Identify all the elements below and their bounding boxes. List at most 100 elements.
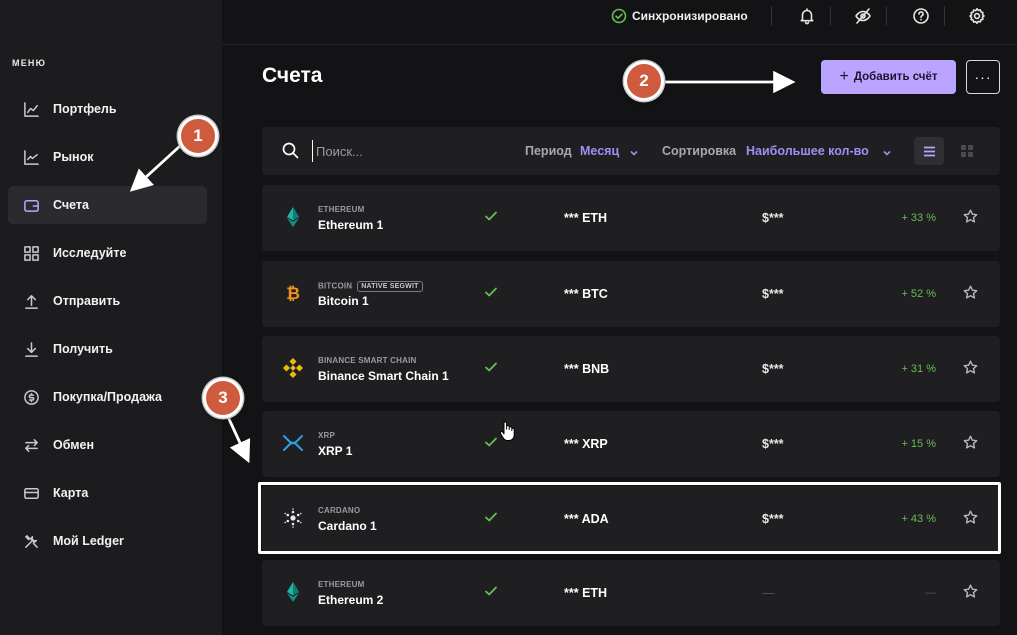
account-name: Ethereum 2 — [318, 593, 384, 607]
menu-label: МЕНЮ — [12, 58, 47, 68]
more-options-button[interactable]: ··· — [966, 60, 1000, 94]
check-icon — [484, 209, 498, 223]
segwit-tag: NATIVE SEGWIT — [357, 281, 423, 292]
account-row[interactable]: ₿ BITCOIN NATIVE SEGWIT Bitcoin 1 *** BTC… — [262, 261, 1000, 327]
network-label-text: BITCOIN — [318, 281, 353, 291]
star-icon[interactable] — [963, 360, 978, 375]
crypto-amount: *** ETH — [564, 211, 608, 225]
ethereum-icon — [282, 581, 304, 603]
account-name: XRP 1 — [318, 444, 353, 458]
change-percent: + 15 % — [901, 438, 936, 450]
hand-cursor-icon — [499, 421, 515, 441]
sync-status-label: Синхронизировано — [632, 9, 748, 23]
page-title: Счета — [262, 64, 323, 87]
star-icon[interactable] — [963, 584, 978, 599]
dollar-circle-icon — [22, 388, 40, 406]
grid-icon — [22, 244, 40, 262]
network-label: XRP — [318, 431, 336, 440]
sidebar-item-label: Отправить — [53, 294, 121, 308]
crypto-amount: *** BTC — [564, 287, 608, 301]
network-label: ETHEREUM — [318, 580, 365, 589]
bitcoin-icon: ₿ — [282, 282, 304, 304]
crypto-amount: *** ETH — [564, 586, 608, 600]
sidebar-item-label: Карта — [53, 486, 89, 500]
sidebar-item-portfolio[interactable]: Портфель — [8, 90, 207, 128]
wallet-icon — [22, 196, 40, 214]
sidebar-item-label: Рынок — [53, 150, 94, 164]
network-label: BITCOIN NATIVE SEGWIT — [318, 281, 423, 292]
account-name: Bitcoin 1 — [318, 294, 369, 308]
sidebar-item-label: Исследуйте — [53, 246, 127, 260]
chevron-down-icon[interactable] — [882, 145, 892, 156]
period-label: Период — [525, 144, 572, 158]
account-row[interactable]: XRP XRP 1 *** XRP $*** + 15 % — [262, 411, 1000, 477]
help-icon[interactable] — [912, 7, 930, 25]
fiat-amount: $*** — [762, 362, 784, 376]
account-name: Ethereum 1 — [318, 218, 384, 232]
search-input[interactable] — [312, 140, 462, 162]
step-badge-2: 2 — [624, 61, 664, 101]
change-percent: + 33 % — [901, 212, 936, 224]
topbar: Синхронизировано — [222, 0, 1017, 45]
sidebar-item-label: Обмен — [53, 438, 95, 452]
list-view-toggle[interactable] — [914, 137, 944, 165]
bell-icon[interactable] — [798, 7, 816, 25]
filter-bar: Период Месяц Сортировка Наибольшее кол-в… — [262, 127, 1000, 175]
star-icon[interactable] — [963, 435, 978, 450]
sort-select[interactable]: Наибольшее кол-во — [746, 144, 869, 158]
grid-icon — [961, 145, 973, 157]
step-badge-3: 3 — [203, 378, 243, 418]
sidebar-item-receive[interactable]: Получить — [8, 330, 207, 368]
sidebar-item-buy-sell[interactable]: Покупка/Продажа — [8, 378, 207, 416]
binance-icon — [282, 357, 304, 379]
change-percent: — — [925, 587, 936, 599]
eye-off-icon[interactable] — [854, 7, 872, 25]
period-select[interactable]: Месяц — [580, 144, 619, 158]
divider — [886, 6, 887, 26]
add-account-button[interactable]: + Добавить счёт — [821, 60, 956, 94]
step-badge-1: 1 — [178, 116, 218, 156]
fiat-amount: $*** — [762, 437, 784, 451]
plus-icon: + — [839, 68, 849, 85]
search-icon — [282, 142, 299, 159]
account-row[interactable]: ETHEREUM Ethereum 2 *** ETH — — — [262, 560, 1000, 626]
trend-icon — [22, 148, 40, 166]
sidebar-item-market[interactable]: Рынок — [8, 138, 207, 176]
check-icon — [484, 285, 498, 299]
sidebar-item-swap[interactable]: Обмен — [8, 426, 207, 464]
grid-view-toggle[interactable] — [952, 137, 982, 165]
sidebar-item-label: Счета — [53, 198, 89, 212]
sidebar-item-card[interactable]: Карта — [8, 474, 207, 512]
sync-status[interactable]: Синхронизировано — [611, 8, 748, 24]
sidebar-item-label: Покупка/Продажа — [53, 390, 163, 404]
network-label: BINANCE SMART CHAIN — [318, 356, 417, 365]
fiat-amount: — — [762, 586, 775, 600]
star-icon[interactable] — [963, 209, 978, 224]
sidebar-item-accounts[interactable]: Счета — [8, 186, 207, 224]
check-icon — [484, 435, 498, 449]
check-icon — [484, 360, 498, 374]
divider — [830, 6, 831, 26]
chevron-down-icon[interactable] — [629, 145, 639, 156]
fiat-amount: $*** — [762, 211, 784, 225]
account-row[interactable]: BINANCE SMART CHAIN Binance Smart Chain … — [262, 336, 1000, 402]
crypto-amount: *** XRP — [564, 437, 608, 451]
account-row[interactable]: ETHEREUM Ethereum 1 *** ETH $*** + 33 % — [262, 185, 1000, 251]
sidebar-item-label: Портфель — [53, 102, 117, 116]
divider — [771, 6, 772, 26]
add-account-label: Добавить счёт — [853, 71, 938, 83]
fiat-amount: $*** — [762, 287, 784, 301]
svg-text:₿: ₿ — [286, 284, 300, 304]
list-icon — [923, 146, 935, 156]
gear-icon[interactable] — [968, 7, 986, 25]
highlight-box — [258, 482, 1001, 554]
sidebar-item-send[interactable]: Отправить — [8, 282, 207, 320]
change-percent: + 52 % — [901, 288, 936, 300]
sort-label: Сортировка — [662, 144, 737, 158]
star-icon[interactable] — [963, 285, 978, 300]
sidebar-item-my-ledger[interactable]: Мой Ledger — [8, 522, 207, 560]
divider — [944, 6, 945, 26]
ethereum-icon — [282, 206, 304, 228]
sidebar-item-discover[interactable]: Исследуйте — [8, 234, 207, 272]
tools-icon — [22, 532, 40, 550]
